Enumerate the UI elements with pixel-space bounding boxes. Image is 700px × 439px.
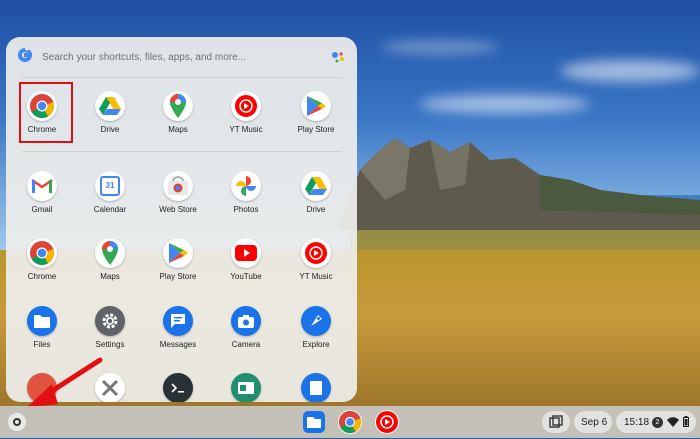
youtube-icon — [231, 238, 261, 268]
recent-app-maps[interactable]: Maps — [146, 85, 210, 143]
yt-music-icon — [301, 238, 331, 268]
chrome-icon — [338, 410, 362, 434]
wallpaper-cloud — [560, 60, 700, 82]
notification-count-badge: 2 — [652, 417, 663, 428]
app-tile-partial[interactable] — [146, 367, 210, 402]
yt-music-icon — [231, 91, 261, 121]
tote-icon — [549, 415, 563, 428]
drive-icon — [301, 171, 331, 201]
battery-icon — [683, 416, 689, 427]
files-icon — [307, 417, 321, 428]
yt-music-icon — [376, 411, 398, 433]
time-label: 15:18 — [624, 417, 650, 428]
launcher-circle-icon — [13, 418, 21, 426]
app-label: Web Store — [159, 205, 197, 214]
recent-app-play-store[interactable]: Play Store — [284, 85, 348, 143]
app-label: Photos — [233, 205, 259, 214]
classroom-icon — [231, 373, 261, 402]
app-label: Drive — [306, 205, 326, 214]
app-tile-yt-music[interactable]: YT Music — [284, 232, 348, 290]
play-store-icon — [301, 91, 331, 121]
wallpaper-cloud — [420, 95, 590, 113]
messages-icon — [163, 306, 193, 336]
app-tile-partial[interactable] — [284, 367, 348, 402]
shelf-app-chrome[interactable] — [338, 410, 362, 434]
app-tile-camera[interactable]: Camera — [214, 300, 278, 358]
shelf: Sep 6 15:18 2 — [0, 406, 700, 438]
app-tile-youtube[interactable]: YouTube — [214, 232, 278, 290]
web-store-icon — [163, 171, 193, 201]
date-label: Sep 6 — [581, 417, 608, 428]
app-tile-drive[interactable]: Drive — [284, 165, 348, 223]
app-label: YT Music — [299, 272, 333, 281]
app-label: Play Store — [297, 125, 335, 134]
wifi-icon — [667, 417, 679, 427]
app-label: Maps — [168, 125, 188, 134]
app-label: YouTube — [230, 272, 262, 281]
app-label: YT Music — [229, 125, 263, 134]
recent-app-yt-music[interactable]: YT Music — [214, 85, 278, 143]
launcher-button[interactable] — [8, 413, 26, 431]
camera-icon — [231, 306, 261, 336]
app-label: Play Store — [159, 272, 197, 281]
assistant-icon[interactable] — [329, 48, 347, 66]
keep-icon — [301, 373, 331, 402]
maps-icon — [163, 91, 193, 121]
photos-icon — [231, 171, 261, 201]
app-tile-web-store[interactable]: Web Store — [146, 165, 210, 223]
play-store-icon — [163, 238, 193, 268]
app-tile-partial[interactable] — [214, 367, 278, 402]
shelf-app-files[interactable] — [303, 411, 325, 433]
terminal-icon — [163, 373, 193, 402]
shelf-app-yt-music[interactable] — [375, 410, 399, 434]
app-tile-messages[interactable]: Messages — [146, 300, 210, 358]
app-tile-photos[interactable]: Photos — [214, 165, 278, 223]
date-tray[interactable]: Sep 6 — [574, 411, 612, 433]
app-label: Explore — [302, 340, 330, 349]
wallpaper-cloud — [380, 40, 500, 54]
app-tile-explore[interactable]: Explore — [284, 300, 348, 358]
app-label: Camera — [231, 340, 261, 349]
app-tile-play-store[interactable]: Play Store — [146, 232, 210, 290]
wallpaper-mountains — [340, 138, 700, 230]
app-label: Messages — [159, 340, 197, 349]
annotation-arrow-icon — [26, 357, 103, 408]
status-tray[interactable]: 15:18 2 — [616, 411, 696, 433]
holding-space-button[interactable] — [542, 411, 570, 433]
explore-icon — [301, 306, 331, 336]
